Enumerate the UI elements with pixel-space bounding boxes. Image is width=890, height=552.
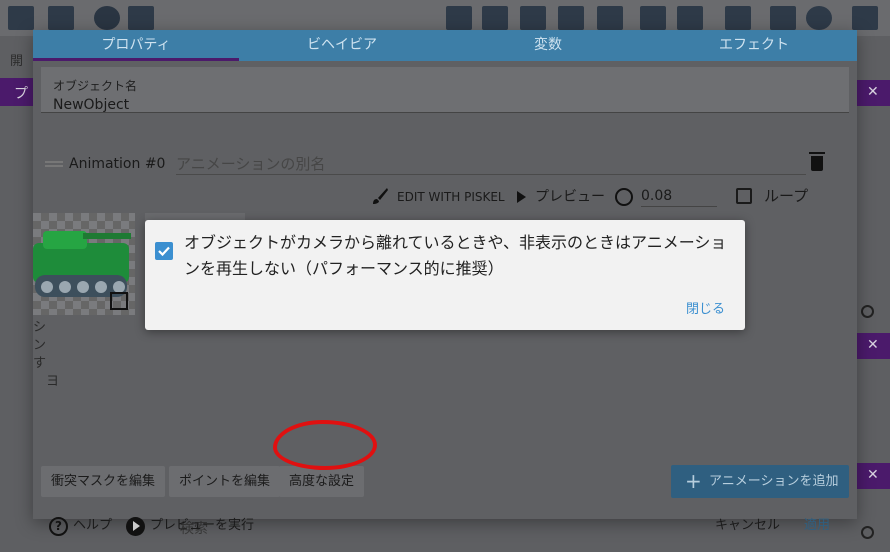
pause-animation-label: オブジェクトがカメラから離れているときや、非表示のときはアニメーションを再生しな… <box>184 233 727 278</box>
add-animation-button[interactable]: + アニメーションを追加 <box>671 465 849 498</box>
sprite-frame-thumbnail[interactable] <box>33 213 135 315</box>
add-animation-label: アニメーションを追加 <box>709 474 839 489</box>
object-icon[interactable] <box>446 6 472 30</box>
close-popup-button[interactable]: 閉じる <box>686 298 725 317</box>
empty-hint-text: シ ン す ヨ <box>33 320 60 389</box>
close-icon[interactable]: ✕ <box>867 467 879 483</box>
delete-icon[interactable] <box>725 6 751 30</box>
help-button[interactable]: ヘルプ <box>73 516 112 536</box>
grid-icon[interactable] <box>770 6 796 30</box>
play-icon[interactable] <box>517 191 526 203</box>
drag-handle-icon[interactable] <box>45 161 63 167</box>
search-icon[interactable] <box>861 526 874 539</box>
frame-duration-input[interactable]: 0.08 <box>641 185 717 207</box>
loop-checkbox[interactable] <box>736 188 752 204</box>
play-circle-icon[interactable] <box>126 517 145 536</box>
plus-icon: + <box>685 469 702 493</box>
trash-icon[interactable] <box>809 152 825 171</box>
properties-icon[interactable] <box>520 6 546 30</box>
tab-behaviors[interactable]: ビヘイビア <box>239 30 445 61</box>
background-purple-bar-right-1: ✕ <box>857 80 890 106</box>
settings-wrench-icon[interactable] <box>852 6 878 30</box>
close-icon[interactable]: ✕ <box>867 337 879 353</box>
object-name-input[interactable]: NewObject <box>53 97 129 113</box>
undo-icon[interactable] <box>640 6 666 30</box>
edit-points-button[interactable]: ポイントを編集 <box>169 466 281 497</box>
layers-icon[interactable] <box>597 6 623 30</box>
tab-properties[interactable]: プロパティ <box>33 30 239 61</box>
tank-sprite-image <box>33 231 131 310</box>
edit-collision-mask-button[interactable]: 衝突マスクを編集 <box>41 466 166 497</box>
run-preview-button[interactable]: プレビューを実行 <box>150 516 254 536</box>
object-name-label: オブジェクト名 <box>53 79 138 93</box>
cancel-button[interactable]: キャンセル <box>715 516 780 536</box>
close-icon[interactable]: ✕ <box>867 84 879 100</box>
animation-name-input[interactable]: アニメーションの別名 <box>176 153 806 175</box>
scene-icon[interactable] <box>48 6 74 30</box>
redo-icon[interactable] <box>677 6 703 30</box>
project-manager-icon[interactable] <box>8 6 34 30</box>
annotation-highlight-circle <box>273 420 377 470</box>
instances-list-icon[interactable] <box>558 6 584 30</box>
tab-variables[interactable]: 変数 <box>445 30 651 61</box>
object-name-field[interactable]: オブジェクト名 NewObject <box>41 67 849 113</box>
edit-with-piskel-button[interactable]: EDIT WITH PISKEL <box>397 187 505 207</box>
checkmark-icon <box>158 246 170 257</box>
preview-play-icon[interactable] <box>94 6 120 30</box>
zoom-reset-icon[interactable] <box>806 6 832 30</box>
background-purple-bar-left: プ <box>0 78 33 106</box>
debug-icon[interactable] <box>128 6 154 30</box>
advanced-settings-button[interactable]: 高度な設定 <box>279 466 365 497</box>
preview-button[interactable]: プレビュー <box>535 187 605 207</box>
background-panel-label: 開 <box>10 54 24 69</box>
background-purple-bar-right-3: ✕ <box>857 463 890 489</box>
object-groups-icon[interactable] <box>482 6 508 30</box>
timer-icon <box>615 188 633 206</box>
tab-effects[interactable]: エフェクト <box>651 30 857 61</box>
background-purple-label: プ <box>14 86 28 102</box>
animation-title: Animation #0 <box>69 156 166 172</box>
paint-brush-icon[interactable] <box>371 187 389 205</box>
pause-animation-checkbox[interactable] <box>155 242 173 260</box>
loop-label: ループ <box>764 187 809 205</box>
apply-button[interactable]: 適用 <box>804 516 830 536</box>
dialog-tab-bar: プロパティ ビヘイビア 変数 エフェクト <box>33 30 857 61</box>
search-icon[interactable] <box>861 305 874 318</box>
background-purple-bar-right-2: ✕ <box>857 333 890 359</box>
advanced-settings-popup: オブジェクトがカメラから離れているときや、非表示のときはアニメーションを再生しな… <box>145 220 745 330</box>
help-icon[interactable]: ? <box>49 517 68 536</box>
